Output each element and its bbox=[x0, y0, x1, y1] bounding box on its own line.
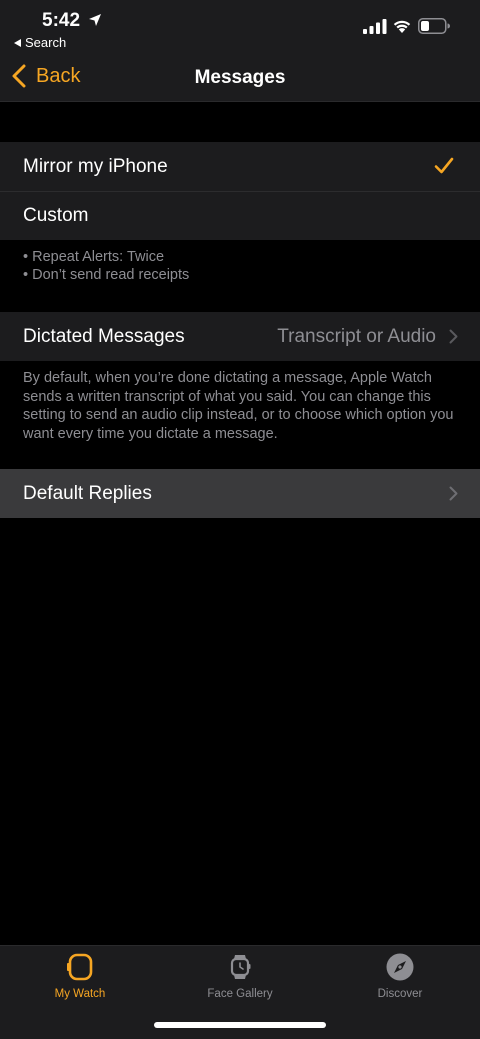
page-title: Messages bbox=[194, 67, 286, 88]
chevron-right-icon bbox=[449, 329, 458, 344]
dictated-messages-row[interactable]: Dictated Messages Transcript or Audio bbox=[0, 312, 480, 361]
back-to-app-link[interactable]: Search bbox=[14, 35, 66, 50]
option-custom[interactable]: Custom bbox=[0, 191, 480, 240]
battery-icon bbox=[418, 18, 450, 34]
wifi-icon bbox=[393, 20, 411, 33]
watch-icon bbox=[67, 953, 93, 981]
default-replies-row[interactable]: Default Replies bbox=[0, 469, 480, 518]
location-arrow-icon bbox=[89, 14, 101, 26]
tab-my-watch[interactable]: My Watch bbox=[0, 952, 160, 1000]
dictated-messages-group: Dictated Messages Transcript or Audio bbox=[0, 312, 480, 361]
tab-face-gallery[interactable]: Face Gallery bbox=[160, 952, 320, 1000]
status-time: 5:42 bbox=[42, 10, 81, 31]
default-replies-label: Default Replies bbox=[23, 482, 152, 504]
back-triangle-icon bbox=[14, 38, 21, 47]
status-bar: 5:42 Search bbox=[0, 0, 480, 56]
dictated-messages-description: By default, when you’re done dictating a… bbox=[23, 370, 454, 442]
default-replies-group: Default Replies bbox=[0, 469, 480, 518]
checkmark-icon bbox=[434, 157, 454, 174]
cellular-signal-icon bbox=[363, 19, 387, 34]
compass-icon bbox=[386, 953, 414, 981]
face-gallery-icon bbox=[230, 955, 251, 979]
home-indicator bbox=[154, 1022, 326, 1028]
alerts-note-read-receipts: • Don’t send read receipts bbox=[23, 267, 190, 283]
tab-label: Face Gallery bbox=[207, 988, 273, 1000]
chevron-right-icon bbox=[449, 486, 458, 501]
tab-label: My Watch bbox=[54, 988, 106, 1000]
alerts-note-repeat: • Repeat Alerts: Twice bbox=[23, 249, 165, 265]
back-to-app-label: Search bbox=[25, 35, 67, 50]
option-label: Custom bbox=[23, 204, 89, 226]
alerts-options-group: Mirror my iPhone Custom bbox=[0, 142, 480, 240]
dictated-messages-label: Dictated Messages bbox=[23, 325, 185, 347]
tab-discover[interactable]: Discover bbox=[320, 952, 480, 1000]
tab-label: Discover bbox=[377, 988, 423, 1000]
dictated-messages-value: Transcript or Audio bbox=[277, 326, 436, 347]
option-label: Mirror my iPhone bbox=[23, 155, 168, 177]
option-mirror-my-iphone[interactable]: Mirror my iPhone bbox=[0, 142, 480, 191]
navigation-bar: Back Messages bbox=[0, 56, 480, 102]
